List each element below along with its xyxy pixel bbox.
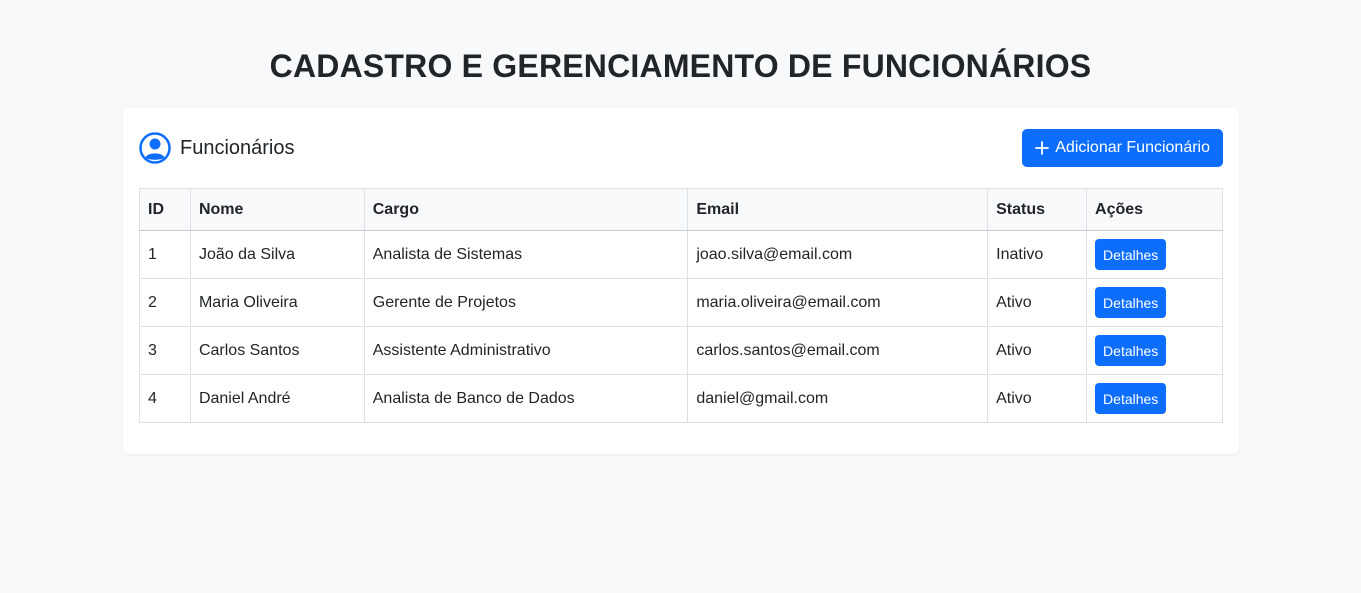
header-nome: Nome <box>189 188 365 231</box>
cell-id: 1 <box>139 230 191 279</box>
add-employee-button[interactable]: Adicionar Funcionário <box>1022 129 1223 167</box>
table-row: 1 João da Silva Analista de Sistemas joa… <box>139 230 1223 279</box>
header-status: Status <box>987 188 1088 231</box>
cell-email: maria.oliveira@email.com <box>687 278 989 327</box>
cell-email: carlos.santos@email.com <box>687 326 989 375</box>
cell-nome: João da Silva <box>189 230 365 279</box>
cell-cargo: Assistente Administrativo <box>363 326 689 375</box>
card-title: Funcionários <box>180 136 295 159</box>
cell-status: Inativo <box>987 230 1088 279</box>
plus-icon <box>1035 141 1050 155</box>
cell-cargo: Analista de Sistemas <box>363 230 689 279</box>
details-button[interactable]: Detalhes <box>1095 287 1167 318</box>
cell-nome: Carlos Santos <box>189 326 365 375</box>
card-title-group: Funcionários <box>139 132 295 164</box>
cell-nome: Maria Oliveira <box>189 278 365 327</box>
employees-table: ID Nome Cargo Email Status Ações 1 João … <box>139 188 1223 423</box>
header-acoes: Ações <box>1086 188 1223 231</box>
cell-id: 4 <box>139 374 191 423</box>
cell-cargo: Analista de Banco de Dados <box>363 374 689 423</box>
page-title: CADASTRO E GERENCIAMENTO DE FUNCIONÁRIOS <box>269 48 1092 84</box>
table-row: 4 Daniel André Analista de Banco de Dado… <box>139 374 1223 423</box>
header-id: ID <box>139 188 191 231</box>
cell-nome: Daniel André <box>189 374 365 423</box>
add-employee-label: Adicionar Funcionário <box>1055 139 1210 156</box>
table-row: 2 Maria Oliveira Gerente de Projetos mar… <box>139 278 1223 327</box>
cell-status: Ativo <box>987 278 1088 327</box>
cell-email: daniel@gmail.com <box>687 374 989 423</box>
details-button[interactable]: Detalhes <box>1095 383 1167 414</box>
cell-acoes: Detalhes <box>1086 374 1223 423</box>
details-button[interactable]: Detalhes <box>1095 239 1167 270</box>
cell-id: 2 <box>139 278 191 327</box>
cell-acoes: Detalhes <box>1086 230 1223 279</box>
header-email: Email <box>687 188 989 231</box>
cell-status: Ativo <box>987 326 1088 375</box>
cell-id: 3 <box>139 326 191 375</box>
cell-cargo: Gerente de Projetos <box>363 278 689 327</box>
cell-status: Ativo <box>987 374 1088 423</box>
table-row: 3 Carlos Santos Assistente Administrativ… <box>139 326 1223 375</box>
cell-acoes: Detalhes <box>1086 278 1223 327</box>
card-header: Funcionários Adicionar Funcionário <box>139 129 1223 167</box>
user-circle-icon <box>139 132 171 164</box>
header-cargo: Cargo <box>363 188 689 231</box>
table-header-row: ID Nome Cargo Email Status Ações <box>139 188 1223 231</box>
details-button[interactable]: Detalhes <box>1095 335 1167 366</box>
cell-email: joao.silva@email.com <box>687 230 989 279</box>
employees-card: Funcionários Adicionar Funcionário ID No… <box>123 108 1239 454</box>
cell-acoes: Detalhes <box>1086 326 1223 375</box>
